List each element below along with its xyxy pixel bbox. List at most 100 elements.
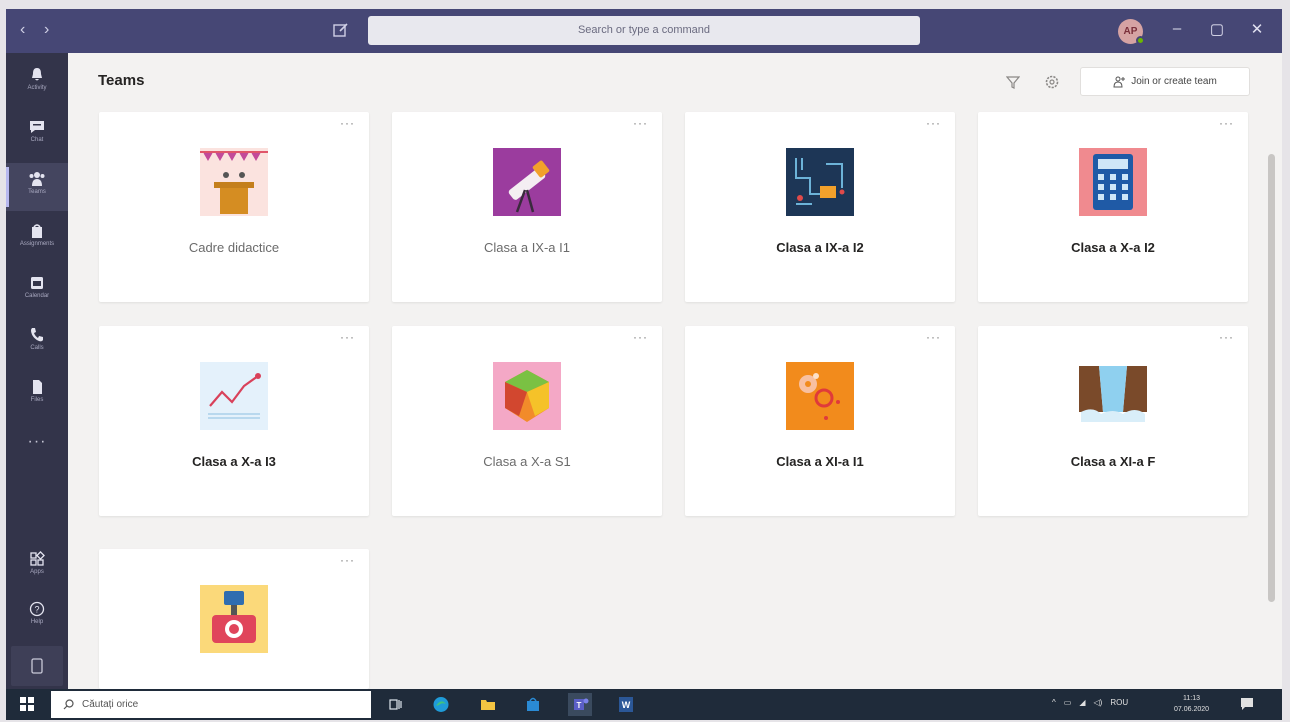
- edge-browser-icon[interactable]: [429, 693, 453, 716]
- team-name: Clasa a IX-a I2: [776, 240, 864, 255]
- word-icon[interactable]: W: [614, 693, 638, 716]
- rail-item-help[interactable]: ? Help: [6, 593, 68, 641]
- team-card[interactable]: ··· Cadre didactice: [99, 112, 369, 302]
- search-icon: [63, 699, 74, 710]
- team-name: Clasa a XI-a F: [1070, 454, 1156, 469]
- join-or-create-team-button[interactable]: Join or create team: [1080, 67, 1250, 96]
- app-rail: Activity Chat Teams Assignments Calendar…: [6, 53, 68, 689]
- windows-start-icon[interactable]: [20, 697, 34, 711]
- team-name: Cadre didactice: [188, 240, 280, 255]
- team-card[interactable]: ···: [99, 549, 369, 689]
- team-card[interactable]: ··· Clasa a IX-a I2: [685, 112, 955, 302]
- compose-icon[interactable]: [332, 21, 350, 39]
- rail-label: Activity: [27, 85, 47, 91]
- more-options-icon[interactable]: ···: [633, 330, 648, 344]
- rail-label: Help: [30, 619, 44, 625]
- phone-icon: [31, 328, 43, 342]
- podium-logo-icon: [200, 148, 268, 216]
- device-icon[interactable]: [11, 646, 63, 686]
- rail-label: Calls: [30, 345, 44, 351]
- rail-item-chat[interactable]: Chat: [6, 111, 68, 159]
- team-card[interactable]: ··· Clasa a IX-a I1: [392, 112, 662, 302]
- file-icon: [33, 380, 42, 394]
- chevron-up-icon[interactable]: ^: [1052, 698, 1056, 707]
- telescope-logo-icon: [493, 148, 561, 216]
- clock-date: 07.06.2020: [1174, 706, 1210, 713]
- minimize-button[interactable]: –: [1166, 20, 1188, 37]
- rail-item-apps[interactable]: Apps: [6, 543, 68, 591]
- svg-text:?: ?: [34, 605, 39, 615]
- rail-label: Calendar: [24, 293, 50, 299]
- rail-item-calendar[interactable]: Calendar: [6, 267, 68, 315]
- rail-item-teams[interactable]: Teams: [6, 163, 68, 211]
- more-options-icon[interactable]: ···: [926, 116, 941, 130]
- assignments-icon: [32, 224, 42, 238]
- team-card[interactable]: ··· Clasa a X-a I2: [978, 112, 1248, 302]
- rail-label: Chat: [30, 137, 44, 143]
- more-options-icon[interactable]: ···: [1219, 116, 1234, 130]
- avatar[interactable]: AP: [1118, 19, 1145, 45]
- team-card[interactable]: ··· Clasa a X-a S1: [392, 326, 662, 516]
- close-button[interactable]: ✕: [1246, 20, 1268, 38]
- more-options-icon[interactable]: ···: [633, 116, 648, 130]
- gear-icon[interactable]: [1044, 74, 1060, 90]
- team-card[interactable]: ··· Clasa a XI-a F: [978, 326, 1248, 516]
- team-name: Clasa a X-a I2: [1071, 240, 1155, 255]
- join-button-label: Join or create team: [1131, 76, 1217, 87]
- apps-icon: [30, 551, 45, 566]
- rail-label: Teams: [28, 189, 46, 195]
- polyhedron-logo-icon: [493, 362, 561, 430]
- vertical-scrollbar[interactable]: [1268, 154, 1275, 602]
- help-icon: ?: [29, 601, 45, 617]
- teams-taskbar-icon[interactable]: T: [568, 693, 592, 716]
- svg-text:T: T: [577, 701, 582, 710]
- more-options-icon[interactable]: ···: [1219, 330, 1234, 344]
- title-bar: ‹ › Search or type a command AP – ▢ ✕: [6, 9, 1282, 53]
- bell-icon: [32, 68, 42, 81]
- notifications-icon[interactable]: [1240, 697, 1254, 711]
- team-card[interactable]: ··· Clasa a X-a I3: [99, 326, 369, 516]
- volume-icon[interactable]: ◁): [1093, 698, 1102, 707]
- rail-label: Files: [30, 397, 44, 403]
- store-icon[interactable]: [521, 693, 545, 716]
- team-name: Clasa a X-a S1: [483, 454, 571, 469]
- network-icon[interactable]: ▭: [1064, 698, 1072, 707]
- back-arrow-icon[interactable]: ‹: [20, 21, 25, 39]
- page-title: Teams: [98, 72, 145, 89]
- calculator-logo-icon: [1079, 148, 1147, 216]
- presence-status-icon: [1136, 36, 1145, 45]
- search-input[interactable]: Search or type a command: [368, 16, 920, 45]
- more-options-icon[interactable]: ···: [340, 553, 355, 567]
- system-tray: ^ ▭ ◢ ◁) ROU: [1052, 698, 1128, 707]
- more-options-icon[interactable]: ···: [340, 116, 355, 130]
- rail-item-assignments[interactable]: Assignments: [6, 215, 68, 263]
- taskbar-search-input[interactable]: Căutați orice: [51, 691, 371, 718]
- team-name: Clasa a X-a I3: [192, 454, 276, 469]
- filter-icon[interactable]: [1006, 75, 1020, 89]
- add-team-icon: [1113, 75, 1126, 87]
- mobile-icon: [31, 658, 43, 674]
- rail-item-activity[interactable]: Activity: [6, 59, 68, 107]
- forward-arrow-icon[interactable]: ›: [44, 21, 49, 39]
- wifi-icon[interactable]: ◢: [1079, 698, 1085, 707]
- chat-icon: [30, 121, 44, 133]
- windows-taskbar: Căutați orice T W ^ ▭ ◢ ◁) ROU 11:13 07.…: [6, 689, 1282, 720]
- rail-item-files[interactable]: Files: [6, 371, 68, 419]
- taskbar-search-placeholder: Căutați orice: [82, 699, 139, 710]
- more-apps-icon[interactable]: ···: [6, 433, 68, 451]
- file-explorer-icon[interactable]: [476, 693, 500, 716]
- language-indicator[interactable]: ROU: [1110, 698, 1128, 707]
- circuit-logo-icon: [786, 148, 854, 216]
- camera-logo-icon: [200, 585, 268, 653]
- calendar-icon: [31, 277, 43, 289]
- svg-text:W: W: [622, 700, 631, 710]
- task-view-icon[interactable]: [384, 693, 408, 716]
- taskbar-clock[interactable]: 11:13 07.06.2020: [1174, 693, 1209, 715]
- more-options-icon[interactable]: ···: [926, 330, 941, 344]
- maximize-button[interactable]: ▢: [1206, 20, 1228, 38]
- more-options-icon[interactable]: ···: [340, 330, 355, 344]
- rail-item-calls[interactable]: Calls: [6, 319, 68, 367]
- waterfall-logo-icon: [1079, 362, 1147, 430]
- teams-window: ‹ › Search or type a command AP – ▢ ✕ Ac…: [6, 9, 1282, 720]
- team-card[interactable]: ··· Clasa a XI-a I1: [685, 326, 955, 516]
